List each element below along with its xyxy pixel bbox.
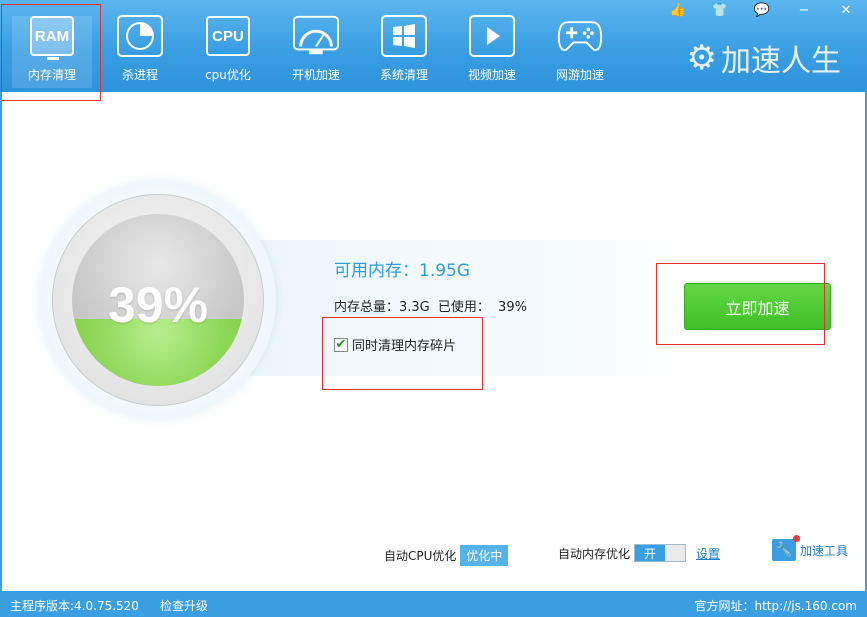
gauge-percent-text: 39% (107, 277, 209, 333)
speedometer-icon (293, 15, 339, 55)
tool-label: 杀进程 (121, 68, 158, 82)
tool-label: 网游加速 (555, 68, 604, 82)
close-icon[interactable]: ✕ (825, 0, 867, 20)
boost-tools-label: 加速工具 (800, 543, 849, 558)
notification-dot (793, 535, 800, 542)
tool-label: 内存清理 (27, 68, 76, 82)
settings-link[interactable]: 设置 (696, 545, 720, 562)
window-controls: 👍 👕 💬 − ✕ (657, 0, 867, 20)
available-memory: 可用内存：1.95G (334, 261, 471, 281)
play-icon (469, 15, 515, 57)
tool-game-boost[interactable]: 网游加速 (540, 16, 620, 88)
boost-tools-button[interactable]: 🔧 加速工具 (772, 535, 849, 561)
status-bar: 主程序版本:4.0.75.520 检查升级 官方网址：http://js.160… (0, 591, 867, 617)
used-label: 已使用： (437, 300, 490, 315)
toggle-off-area (665, 545, 686, 561)
auto-cpu-option: 自动CPU优化 优化中 (384, 545, 509, 566)
feedback-icon[interactable]: 💬 (741, 0, 783, 20)
version-text: 主程序版本:4.0.75.520 (10, 599, 139, 613)
memory-stats: 内存总量：3.3G 已使用： 39% (334, 296, 531, 315)
tool-video-boost[interactable]: 视频加速 (452, 15, 532, 88)
auto-memory-toggle[interactable]: 开 (634, 544, 687, 562)
tool-ram-clean[interactable]: RAM 内存清理 (12, 16, 92, 88)
used-value: 39% (498, 300, 527, 315)
gear-icon: ⚙ (686, 38, 717, 78)
defrag-label: 同时清理内存碎片 (352, 339, 457, 354)
ram-icon: RAM (30, 16, 74, 60)
wrench-icon: 🔧 (772, 535, 800, 561)
pie-chart-icon (117, 15, 163, 57)
toggle-on-label: 开 (635, 545, 666, 561)
check-update-link[interactable]: 检查升级 (160, 597, 208, 614)
tool-label: 系统清理 (379, 68, 428, 82)
website-link[interactable]: 官方网址：http://js.160.com (694, 597, 857, 614)
tool-label: cpu优化 (205, 68, 251, 82)
checkmark-icon: ✔ (335, 337, 347, 352)
defrag-checkbox[interactable]: ✔ (334, 337, 348, 352)
defrag-option[interactable]: ✔ 同时清理内存碎片 (334, 335, 456, 354)
tool-kill-process[interactable]: 杀进程 (100, 15, 180, 88)
tool-system-clean[interactable]: 系统清理 (364, 15, 444, 88)
auto-memory-label: 自动内存优化 (558, 546, 631, 561)
tool-boot-boost[interactable]: 开机加速 (276, 15, 356, 88)
total-memory: 内存总量：3.3G (334, 300, 430, 315)
brand-logo: ⚙ 加速人生 (687, 36, 841, 80)
boost-now-button[interactable]: 立即加速 (684, 283, 831, 330)
gamepad-icon (557, 21, 603, 51)
memory-usage-gauge: 39% (72, 214, 244, 386)
skin-shirt-icon[interactable]: 👕 (699, 0, 741, 20)
top-toolbar: RAM 内存清理 杀进程 CPU cpu优化 开机加速 系统清理 视频加速 网游… (0, 0, 867, 92)
cpu-icon: CPU (206, 16, 250, 56)
auto-cpu-label: 自动CPU优化 (384, 549, 457, 563)
minimize-icon[interactable]: − (783, 0, 825, 20)
brand-name: 加速人生 (721, 44, 841, 79)
auto-memory-option: 自动内存优化 开 设置 (558, 544, 720, 562)
tool-cpu-optimize[interactable]: CPU cpu优化 (188, 16, 268, 88)
windows-logo-icon (381, 15, 427, 57)
tool-label: 开机加速 (291, 68, 340, 82)
auto-cpu-status[interactable]: 优化中 (460, 545, 509, 566)
window-border-left (0, 92, 2, 591)
thumbs-up-icon[interactable]: 👍 (657, 0, 699, 20)
tool-label: 视频加速 (467, 68, 516, 82)
